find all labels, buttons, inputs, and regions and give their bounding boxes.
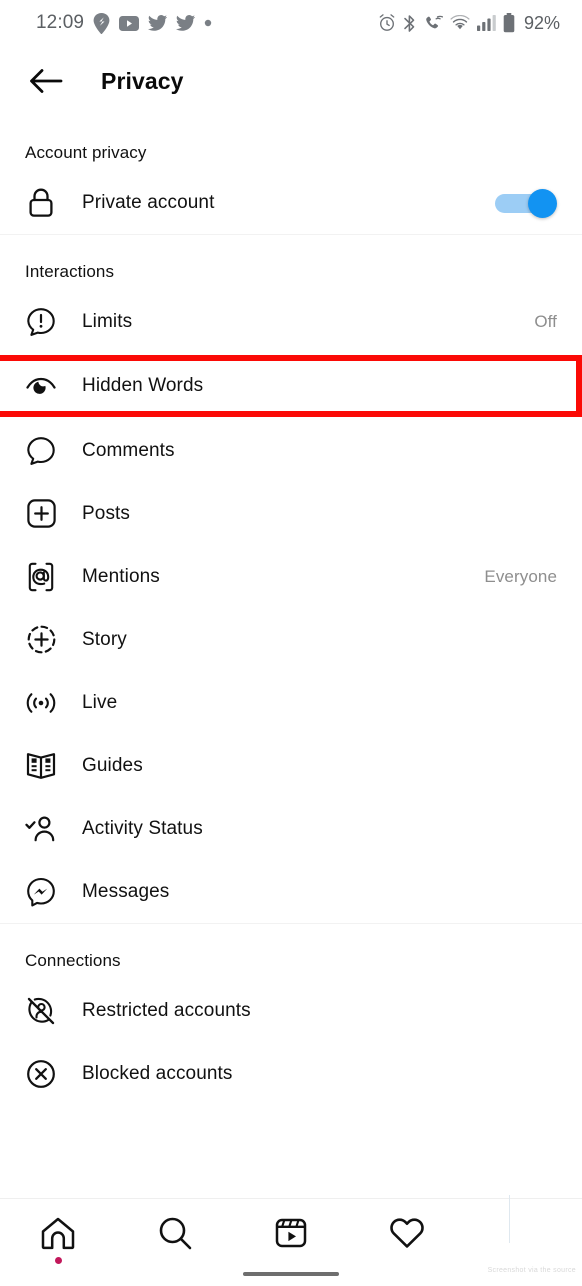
row-messages[interactable]: Messages [0, 860, 582, 923]
row-label: Limits [82, 310, 133, 332]
row-activity-status[interactable]: Activity Status [0, 797, 582, 860]
signal-bars-icon [476, 15, 496, 31]
row-label: Private account [82, 191, 215, 213]
row-restricted-accounts[interactable]: Restricted accounts [0, 979, 582, 1042]
row-blocked-accounts[interactable]: Blocked accounts [0, 1042, 582, 1105]
status-bar-left: 12:09 [36, 12, 212, 34]
phone-screen: 12:09 92% Privacy Account privacy Privat… [0, 0, 582, 1286]
at-mention-icon [25, 561, 57, 593]
battery-percent: 92% [523, 12, 560, 33]
app-header: Privacy [0, 46, 582, 116]
row-label: Story [82, 628, 127, 650]
row-posts[interactable]: Posts [0, 482, 582, 545]
live-broadcast-icon [25, 687, 57, 719]
home-icon [41, 1217, 75, 1250]
nav-item-home[interactable] [0, 1213, 116, 1269]
section-connections: Connections Restricted accounts Blocked … [0, 923, 582, 1105]
row-value-mentions: Everyone [484, 566, 557, 586]
private-account-toggle[interactable] [495, 188, 557, 218]
row-guides[interactable]: Guides [0, 734, 582, 797]
restricted-account-icon [25, 995, 57, 1027]
plus-square-icon [25, 498, 57, 530]
settings-scroll-area[interactable]: Account privacy Private account Interact… [0, 116, 582, 1198]
row-label: Live [82, 691, 118, 713]
reels-icon [275, 1218, 307, 1248]
activity-status-icon [25, 813, 57, 845]
location-pin-icon [93, 12, 110, 34]
wifi-icon [450, 15, 470, 30]
section-account-privacy: Account privacy Private account [0, 116, 582, 234]
row-label: Mentions [82, 565, 160, 587]
section-interactions: Interactions Limits Off Hidden Words Com… [0, 234, 582, 923]
dot-icon [204, 19, 212, 27]
heart-icon [390, 1218, 425, 1248]
row-story[interactable]: Story [0, 608, 582, 671]
blocked-account-icon [25, 1058, 57, 1090]
status-bar: 12:09 92% [0, 0, 582, 46]
nav-item-search[interactable] [116, 1213, 232, 1269]
row-private-account[interactable]: Private account [0, 171, 582, 234]
row-label: Hidden Words [82, 375, 204, 396]
story-plus-icon [25, 624, 57, 656]
row-label: Posts [82, 502, 131, 524]
status-bar-right: 92% [378, 13, 560, 34]
row-label: Blocked accounts [82, 1062, 233, 1084]
wifi-calling-icon [426, 15, 443, 29]
bottom-navigation-bar: Screenshot via the source [0, 1195, 582, 1286]
twitter-icon [176, 15, 196, 31]
limits-icon [25, 306, 57, 338]
nav-item-activity[interactable] [349, 1213, 465, 1269]
battery-icon [503, 13, 515, 33]
row-hidden-words[interactable]: Hidden Words [0, 355, 582, 417]
row-label: Messages [82, 880, 170, 902]
twitter-icon [148, 15, 168, 31]
row-mentions[interactable]: Mentions Everyone [0, 545, 582, 608]
back-button[interactable] [24, 59, 68, 103]
status-time: 12:09 [36, 12, 85, 33]
section-title-interactions: Interactions [25, 262, 115, 281]
section-title-connections: Connections [25, 951, 121, 970]
row-label: Restricted accounts [82, 999, 251, 1021]
comment-bubble-icon [25, 435, 57, 467]
arrow-left-icon [30, 69, 63, 93]
row-value-limits: Off [534, 311, 557, 331]
guides-book-icon [25, 750, 57, 782]
bluetooth-icon [404, 14, 415, 32]
row-comments[interactable]: Comments [0, 419, 582, 482]
home-notification-dot [54, 1257, 62, 1264]
alarm-icon [379, 14, 395, 31]
page-title: Privacy [101, 67, 184, 94]
hidden-words-icon [25, 370, 57, 402]
row-limits[interactable]: Limits Off [0, 290, 582, 353]
toggle-thumb [528, 188, 557, 218]
row-label: Activity Status [82, 817, 203, 839]
messenger-icon [25, 876, 57, 908]
youtube-icon [119, 15, 140, 31]
gesture-home-bar[interactable] [243, 1272, 339, 1276]
nav-item-reels[interactable] [233, 1213, 349, 1269]
row-label: Comments [82, 439, 175, 461]
nav-item-profile[interactable] [466, 1195, 582, 1269]
section-title-account-privacy: Account privacy [25, 143, 147, 162]
lock-icon [25, 187, 57, 219]
row-label: Guides [82, 754, 143, 776]
screenshot-watermark: Screenshot via the source [487, 1267, 576, 1274]
row-live[interactable]: Live [0, 671, 582, 734]
search-icon [159, 1217, 191, 1250]
screenshot-artifact-line [509, 1195, 511, 1243]
